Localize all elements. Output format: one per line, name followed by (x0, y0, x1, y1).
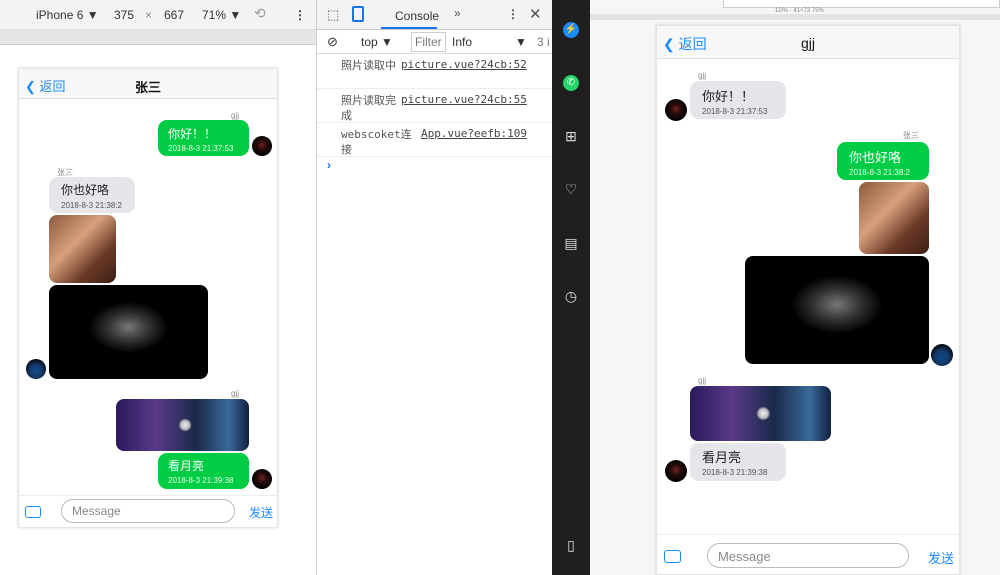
photo-message[interactable] (49, 215, 116, 283)
more-tabs-icon[interactable]: » (454, 6, 461, 20)
avatar (665, 460, 687, 482)
avatar (26, 359, 46, 379)
message-input[interactable]: Message (61, 499, 235, 523)
avatar (252, 469, 272, 489)
times-sign: × (145, 8, 153, 22)
devtools-panel: ⬚ Console » ⋮ ✕ ⊘ top ▼ Filter Info ▼ 3 … (316, 0, 553, 575)
chat-title: 张三 (134, 80, 161, 95)
device-emulator-pane: iPhone 6 ▼ 375 × 667 71% ▼ ⟲ ⋮ ❮ 返回 张三 g… (0, 0, 316, 575)
message-bubble: 你好！！ 2018-8-3 21:37:53 (690, 81, 786, 119)
message-bubble: 看月亮 2018-8-3 21:39:38 (158, 453, 249, 489)
message-bubble: 你好！！ 2018-8-3 21:37:53 (158, 120, 249, 156)
message-count: 3 i (537, 35, 550, 49)
height-input[interactable]: 667 (164, 8, 184, 22)
message-bubble: 看月亮 2018-8-3 21:39:38 (690, 443, 786, 481)
photo-message[interactable] (49, 285, 208, 379)
close-icon[interactable]: ✕ (529, 5, 542, 23)
grid-icon[interactable]: ⊞ (563, 128, 579, 144)
source-link[interactable]: picture.vue?24cb:52 (401, 58, 527, 71)
messenger-icon[interactable]: ⚡ (563, 22, 579, 38)
input-bar: Message 发送 (657, 534, 959, 574)
sender-name: gjj (698, 376, 707, 385)
photo-message[interactable] (690, 386, 831, 441)
source-link[interactable]: picture.vue?24cb:55 (401, 93, 527, 106)
console-message: webscoket连接 App.vue?eefb:109 (317, 123, 553, 157)
send-button[interactable]: 发送 (249, 504, 273, 521)
sender-name: 张三 (903, 131, 919, 140)
second-device-pane: 1D% · 41×73 75% ❮ 返回 gjj gjj 你好！！ 2018-8… (590, 0, 1000, 575)
avatar (931, 344, 953, 366)
sender-name: gjj (230, 111, 239, 120)
console-message: 照片读取中 picture.vue?24cb:52 (317, 54, 553, 89)
sender-name: gjj (230, 389, 239, 398)
device-toolbar: iPhone 6 ▼ 375 × 667 71% ▼ ⟲ ⋮ (0, 0, 316, 30)
filter-input[interactable]: Filter (411, 32, 446, 52)
source-link[interactable]: App.vue?eefb:109 (421, 127, 527, 140)
context-select[interactable]: top ▼ (361, 35, 393, 49)
phone-chat-left: ❮ 返回 张三 gjj 你好！！ 2018-8-3 21:37:53 张三 你也… (18, 68, 278, 528)
console-message: 照片读取完成 picture.vue?24cb:55 (317, 89, 553, 123)
camera-icon[interactable] (664, 550, 681, 563)
media-query-ruler (0, 30, 316, 45)
width-input[interactable]: 375 (114, 8, 134, 22)
card-icon[interactable]: ▤ (563, 235, 579, 251)
message-bubble: 你也好咯 2018-8-3 21:38:2 (49, 177, 135, 213)
heart-icon[interactable]: ♡ (563, 181, 579, 197)
menu-icon[interactable]: ⋮ (507, 7, 519, 21)
clear-console-icon[interactable]: ⊘ (327, 34, 338, 50)
rotate-icon[interactable]: ⟲ (254, 5, 266, 22)
photo-message[interactable] (116, 399, 249, 451)
sidebar-toggle-icon[interactable]: ▯ (563, 537, 579, 553)
console-prompt[interactable]: › (327, 158, 331, 172)
inspect-icon[interactable]: ⬚ (327, 7, 339, 23)
zoom-select[interactable]: 71% ▼ (202, 8, 241, 22)
input-bar: Message 发送 (19, 495, 277, 527)
nav-bar: ❮ 返回 张三 (19, 69, 277, 99)
avatar (665, 99, 687, 121)
nav-bar: ❮ 返回 gjj (657, 26, 959, 59)
send-button[interactable]: 发送 (928, 548, 954, 567)
chat-title: gjj (800, 35, 815, 51)
devtools-tabbar: ⬚ Console » ⋮ ✕ (317, 0, 553, 30)
camera-icon[interactable] (25, 506, 41, 518)
photo-message[interactable] (745, 256, 929, 364)
sender-name: gjj (698, 71, 707, 80)
photo-message[interactable] (859, 182, 929, 254)
ruler-readout: 1D% · 41×73 75% (775, 8, 824, 14)
tab-console[interactable]: Console (395, 9, 439, 23)
message-input[interactable]: Message (707, 543, 909, 568)
avatar (252, 136, 272, 156)
console-toolbar: ⊘ top ▼ Filter Info ▼ 3 i (317, 30, 553, 54)
device-toggle-icon[interactable] (352, 6, 364, 22)
address-bar (723, 0, 1000, 8)
level-dropdown-icon[interactable]: ▼ (515, 35, 527, 49)
ruler (590, 14, 1000, 20)
more-icon[interactable]: ⋮ (294, 8, 306, 22)
level-select[interactable]: Info (452, 35, 472, 49)
whatsapp-icon[interactable]: ✆ (563, 75, 579, 91)
side-dock: ⚡ ✆ ⊞ ♡ ▤ ◷ ▯ (552, 0, 590, 575)
clock-icon[interactable]: ◷ (563, 288, 579, 304)
active-tab-indicator (381, 27, 437, 29)
phone-chat-right: ❮ 返回 gjj gjj 你好！！ 2018-8-3 21:37:53 张三 你… (656, 25, 960, 575)
device-select[interactable]: iPhone 6 ▼ (36, 8, 99, 22)
message-bubble: 你也好咯 2018-8-3 21:38:2 (837, 142, 929, 180)
